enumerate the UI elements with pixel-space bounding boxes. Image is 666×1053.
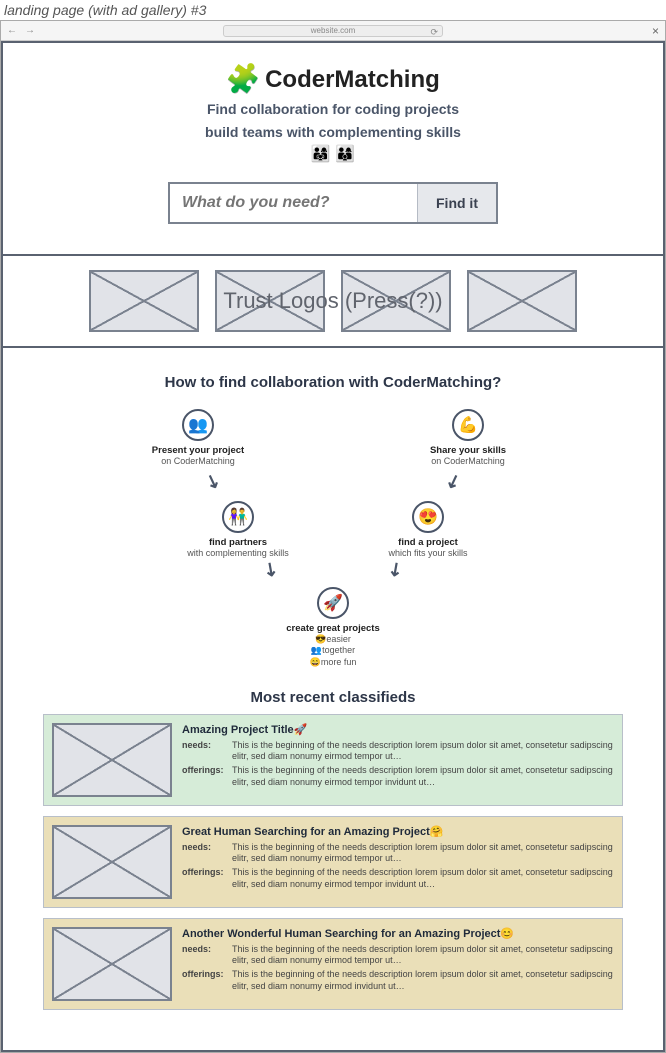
flow-node-share-skills: 💪 Share your skills on CoderMatching [393,409,543,466]
trust-logo-placeholder [467,270,577,332]
browser-toolbar: ← → website.com ⟳ × [1,21,665,41]
classified-card[interactable]: Great Human Searching for an Amazing Pro… [43,816,623,908]
classified-thumbnail [52,825,172,899]
close-icon[interactable]: × [652,24,659,38]
needs-label: needs: [182,740,226,763]
needs-text: This is the beginning of the needs descr… [232,842,614,865]
find-partners-icon: 👫 [222,501,254,533]
hero-section: 🧩 CoderMatching Find collaboration for c… [3,43,663,254]
flow-node-sub: on CoderMatching [161,456,235,466]
flow-diagram: 👥 Present your project on CoderMatching … [113,409,553,659]
flow-node-present-project: 👥 Present your project on CoderMatching [123,409,273,466]
rocket-icon: 🚀 [317,587,349,619]
flow-node-title: create great projects [258,623,408,634]
arrow-icon: ↘ [383,556,407,582]
hero-emojis: 👨‍👩‍👧 👨‍👩‍👦 [13,144,653,164]
offerings-text: This is the beginning of the needs descr… [232,867,614,890]
trust-logos-strip: Trust Logos (Press(?)) [3,254,663,348]
url-text: website.com [311,26,355,35]
forward-icon[interactable]: → [25,25,35,36]
classified-card[interactable]: Amazing Project Title🚀 needs: This is th… [43,714,623,806]
flow-node-sub: 😎easier [258,634,408,646]
back-icon[interactable]: ← [7,25,17,36]
share-skills-icon: 💪 [452,409,484,441]
classified-title: Another Wonderful Human Searching for an… [182,927,614,940]
offerings-label: offerings: [182,765,226,788]
flow-node-sub: on CoderMatching [431,456,505,466]
wireframe-label: landing page (with ad gallery) #3 [0,0,666,20]
classified-card[interactable]: Another Wonderful Human Searching for an… [43,918,623,1010]
needs-text: This is the beginning of the needs descr… [232,740,614,763]
how-it-works-section: How to find collaboration with CoderMatc… [3,348,663,689]
tagline-line-2: build teams with complementing skills [13,123,653,142]
flow-node-title: find partners [163,537,313,548]
offerings-label: offerings: [182,867,226,890]
flow-node-sub: with complementing skills [187,548,289,558]
needs-label: needs: [182,944,226,967]
flow-node-sub: which fits your skills [388,548,467,558]
flow-node-find-partners: 👫 find partners with complementing skill… [163,501,313,558]
page-content: 🧩 CoderMatching Find collaboration for c… [1,41,665,1052]
needs-text: This is the beginning of the needs descr… [232,944,614,967]
brand-name: CoderMatching [265,66,440,94]
present-project-icon: 👥 [182,409,214,441]
refresh-icon[interactable]: ⟳ [430,27,438,38]
search-input[interactable] [170,184,417,222]
how-heading: How to find collaboration with CoderMatc… [23,374,643,391]
find-project-icon: 😍 [412,501,444,533]
classified-thumbnail [52,927,172,1001]
arrow-icon: ↘ [258,556,282,582]
trust-logo-placeholder [341,270,451,332]
flow-node-sub: 😄more fun [258,657,408,669]
trust-logo-placeholder [89,270,199,332]
classified-title: Great Human Searching for an Amazing Pro… [182,825,614,838]
tagline-line-1: Find collaboration for coding projects [13,100,653,119]
classified-thumbnail [52,723,172,797]
browser-window: ← → website.com ⟳ × 🧩 CoderMatching Find… [0,20,666,1053]
puzzle-icon: 🧩 [224,60,264,99]
url-bar[interactable]: website.com ⟳ [223,25,443,37]
flow-node-create-projects: 🚀 create great projects 😎easier 👥togethe… [258,587,408,669]
classified-title: Amazing Project Title🚀 [182,723,614,736]
needs-label: needs: [182,842,226,865]
arrow-icon: ↘ [443,469,464,494]
offerings-label: offerings: [182,969,226,992]
search-bar: Find it [168,182,498,224]
classifieds-heading: Most recent classifieds [43,689,623,706]
flow-node-title: Share your skills [393,445,543,456]
classifieds-section: Most recent classifieds Amazing Project … [3,689,663,1050]
flow-node-title: find a project [353,537,503,548]
offerings-text: This is the beginning of the needs descr… [232,969,614,992]
offerings-text: This is the beginning of the needs descr… [232,765,614,788]
find-it-button[interactable]: Find it [417,184,496,222]
flow-node-sub: 👥together [258,645,408,657]
flow-node-title: Present your project [123,445,273,456]
trust-logo-placeholder [215,270,325,332]
arrow-icon: ↘ [202,469,223,494]
flow-node-find-project: 😍 find a project which fits your skills [353,501,503,558]
